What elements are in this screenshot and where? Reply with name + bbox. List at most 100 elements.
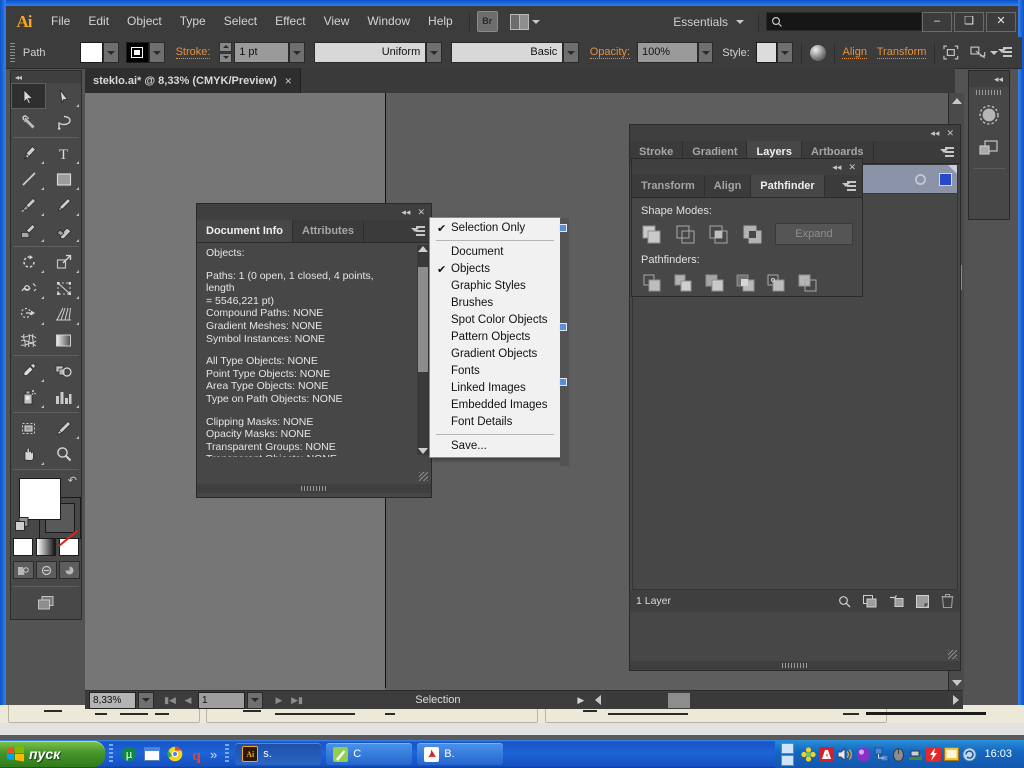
menu-object[interactable]: Object xyxy=(118,6,171,37)
column-graph-tool[interactable] xyxy=(46,384,81,410)
menu-item-linked-images[interactable]: Linked Images xyxy=(430,380,560,397)
shape-builder-tool[interactable] xyxy=(11,301,46,327)
taskbar-button-illustrator[interactable]: Ai s. xyxy=(235,743,322,765)
status-indicator-text[interactable]: Selection xyxy=(305,694,571,706)
menu-item-brushes[interactable]: Brushes xyxy=(430,295,560,312)
menu-effect[interactable]: Effect xyxy=(266,6,314,37)
menu-item-font-details[interactable]: Font Details xyxy=(430,414,560,431)
previous-artboard-button[interactable]: ◀ xyxy=(180,695,196,706)
control-bar-grip[interactable] xyxy=(10,43,15,62)
symbol-sprayer-tool[interactable] xyxy=(11,384,46,410)
taskbar-button-acrobat[interactable]: B. xyxy=(417,743,504,765)
collapse-document-info-icon[interactable]: ◂◂ xyxy=(401,207,410,218)
close-button[interactable]: ✕ xyxy=(986,11,1016,32)
tab-transform[interactable]: Transform xyxy=(632,175,705,197)
appearance-panel-button[interactable] xyxy=(969,132,1009,166)
menu-item-document[interactable]: Document xyxy=(430,244,560,261)
first-artboard-button[interactable]: ▮◀ xyxy=(162,695,178,706)
stroke-label[interactable]: Stroke: xyxy=(175,46,211,59)
last-artboard-button[interactable]: ▶▮ xyxy=(289,695,305,706)
layer-selection-indicator[interactable] xyxy=(933,172,957,186)
mesh-tool[interactable] xyxy=(11,327,46,353)
menu-item-gradient-objects[interactable]: Gradient Objects xyxy=(430,346,560,363)
scroll-up-button[interactable] xyxy=(949,93,964,108)
make-clipping-mask-icon[interactable] xyxy=(863,594,877,608)
menu-item-spot-color-objects[interactable]: Spot Color Objects xyxy=(430,312,560,329)
menu-item-fonts[interactable]: Fonts xyxy=(430,363,560,380)
recolor-artwork-icon[interactable] xyxy=(809,44,826,61)
search-input[interactable] xyxy=(766,12,922,31)
show-desktop-icon[interactable] xyxy=(144,747,160,761)
change-screen-mode-area[interactable] xyxy=(11,589,81,619)
scroll-down-button[interactable] xyxy=(949,675,964,690)
scroll-right-button[interactable] xyxy=(948,693,963,708)
menu-item-graphic-styles[interactable]: Graphic Styles xyxy=(430,278,560,295)
tab-pathfinder[interactable]: Pathfinder xyxy=(751,175,825,197)
stroke-weight-field[interactable]: 1 pt xyxy=(234,42,290,63)
width-tool[interactable] xyxy=(11,275,46,301)
right-dock-resize-handle[interactable] xyxy=(948,650,957,659)
menu-item-selection-only[interactable]: ✔ Selection Only xyxy=(430,220,560,237)
eyedropper-tool[interactable] xyxy=(11,358,46,384)
menu-window[interactable]: Window xyxy=(358,6,419,37)
maximize-button[interactable]: ❑ xyxy=(954,11,984,32)
hand-tool[interactable] xyxy=(11,441,46,467)
scanner-icon[interactable] xyxy=(908,747,923,762)
direct-selection-tool[interactable] xyxy=(46,83,81,109)
tools-panel-header[interactable]: ◂◂ xyxy=(11,71,81,83)
default-fill-stroke-icon[interactable] xyxy=(15,517,30,535)
control-panel-menu-icon[interactable] xyxy=(998,47,1013,58)
document-tab[interactable]: steklo.ai* @ 8,33% (CMYK/Preview) × xyxy=(85,68,301,93)
menu-item-objects[interactable]: ✔ Objects xyxy=(430,261,560,278)
antivirus-icon[interactable] xyxy=(926,746,942,762)
artboard-tool[interactable] xyxy=(11,415,46,441)
document-info-grip[interactable] xyxy=(197,484,431,493)
scale-tool[interactable] xyxy=(46,249,81,275)
selection-tool[interactable] xyxy=(11,83,46,109)
minimize-button[interactable]: – xyxy=(922,11,952,32)
swap-fill-stroke-icon[interactable]: ↶ xyxy=(68,474,77,487)
pen-tool[interactable] xyxy=(11,140,46,166)
symbols-panel-button[interactable] xyxy=(969,98,1009,132)
line-segment-tool[interactable] xyxy=(11,166,46,192)
menu-item-embedded-images[interactable]: Embedded Images xyxy=(430,397,560,414)
opacity-label[interactable]: Opacity: xyxy=(589,46,631,59)
close-dock-icon[interactable]: ✕ xyxy=(946,128,954,139)
document-info-scrollbar[interactable] xyxy=(417,245,429,455)
paintbrush-tool[interactable] xyxy=(11,192,46,218)
delete-selection-icon[interactable] xyxy=(941,594,954,608)
selection-handle-top[interactable] xyxy=(559,224,567,232)
crop-icon[interactable] xyxy=(734,272,756,294)
volume-icon[interactable] xyxy=(837,746,853,762)
opacity-dropdown[interactable] xyxy=(697,42,714,63)
menu-type[interactable]: Type xyxy=(171,6,215,37)
document-info-scroll-down[interactable] xyxy=(418,448,428,454)
fill-dropdown[interactable] xyxy=(103,42,119,63)
document-info-menu-button[interactable] xyxy=(411,220,431,242)
flower-icon[interactable] xyxy=(801,746,817,762)
blob-brush-tool[interactable] xyxy=(11,218,46,244)
workspace-chevron-down-icon[interactable] xyxy=(736,19,744,24)
collapse-tools-icon[interactable]: ◂◂ xyxy=(15,73,22,82)
rectangle-tool[interactable] xyxy=(46,166,81,192)
merge-icon[interactable] xyxy=(703,272,725,294)
draw-mode-chevron-icon[interactable] xyxy=(990,50,999,55)
menu-help[interactable]: Help xyxy=(419,6,462,37)
graphic-style-dropdown[interactable] xyxy=(777,42,793,63)
stroke-weight-stepper[interactable] xyxy=(219,42,233,63)
intersect-icon[interactable] xyxy=(708,223,729,245)
lasso-tool[interactable] xyxy=(46,109,81,135)
update-icon[interactable] xyxy=(962,746,978,762)
zoom-tool[interactable] xyxy=(46,441,81,467)
full-screen-menubar-mode-button[interactable] xyxy=(35,561,57,579)
gradient-tool[interactable] xyxy=(46,327,81,353)
opacity-field[interactable]: 100% xyxy=(636,42,698,63)
tray-expand-button[interactable] xyxy=(781,742,795,766)
exclude-icon[interactable] xyxy=(741,223,762,245)
collapse-dock-icon[interactable]: ◂◂ xyxy=(930,128,939,139)
stroke-dropdown[interactable] xyxy=(149,42,165,63)
menu-view[interactable]: View xyxy=(315,6,359,37)
artboard-number-dropdown[interactable] xyxy=(247,691,263,709)
eraser-tool[interactable] xyxy=(46,218,81,244)
document-info-scroll-thumb[interactable] xyxy=(418,267,428,372)
